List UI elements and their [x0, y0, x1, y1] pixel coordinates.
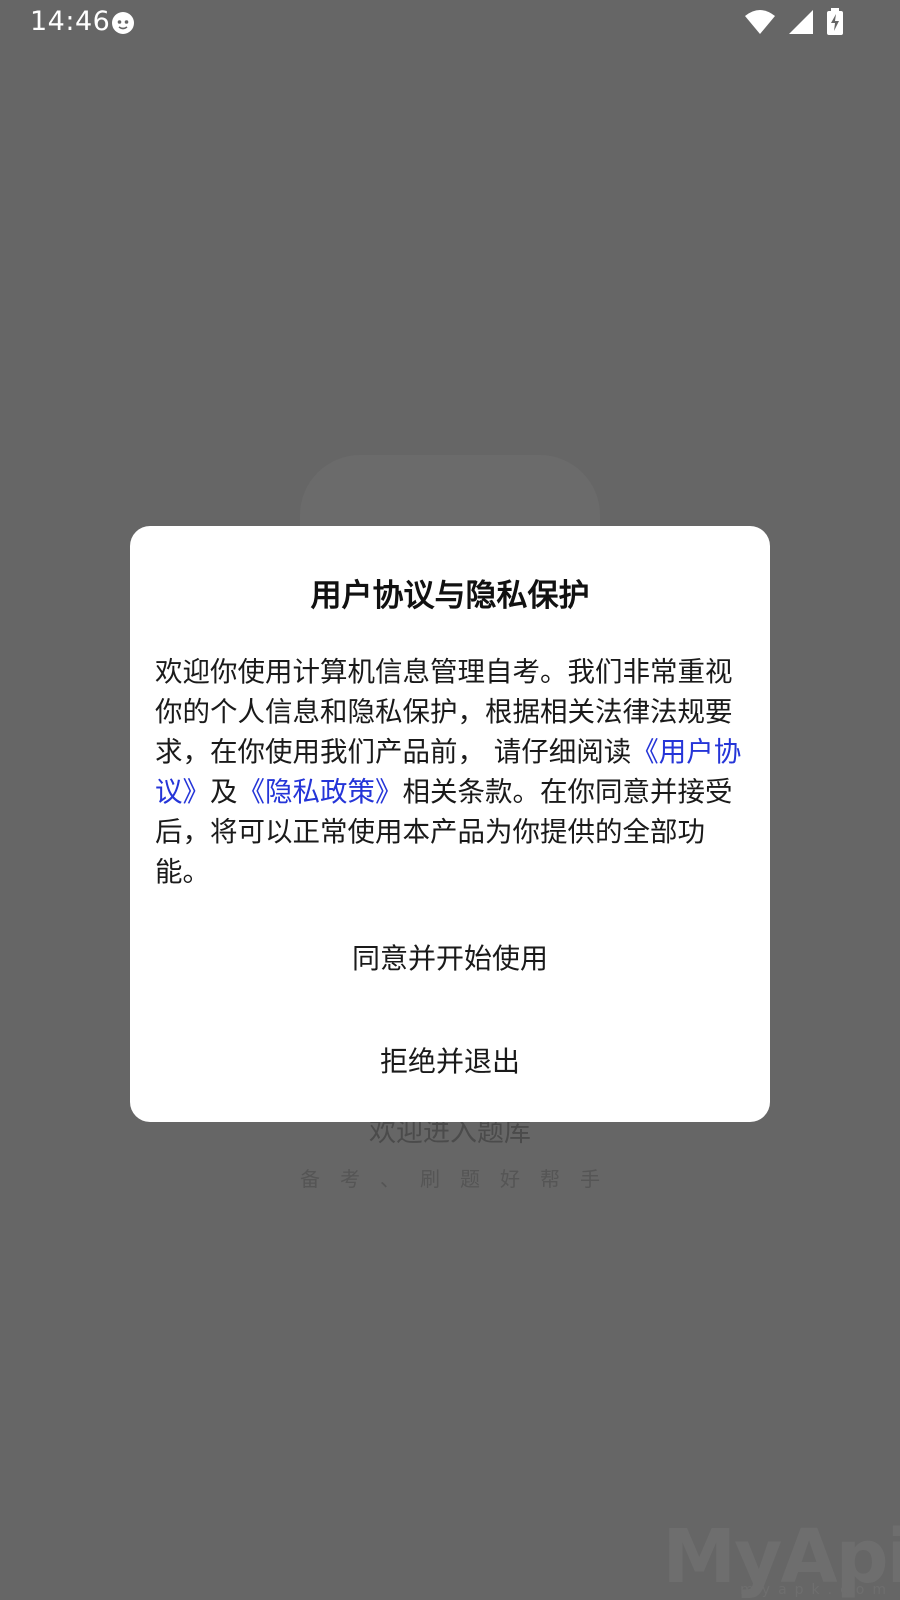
watermark-url: myapk.com: [740, 1582, 894, 1598]
status-bar: 14:46: [0, 0, 900, 46]
watermark: MyApi myapk.com: [663, 1510, 900, 1600]
reject-button[interactable]: 拒绝并退出: [130, 1037, 770, 1087]
wifi-icon: [744, 9, 776, 39]
cat-notification-icon: [110, 10, 136, 40]
status-time: 14:46: [30, 6, 111, 37]
agree-button[interactable]: 同意并开始使用: [130, 934, 770, 984]
battery-charging-icon: [826, 8, 844, 40]
privacy-dialog: 用户协议与隐私保护 欢迎你使用计算机信息管理自考。我们非常重视你的个人信息和隐私…: [130, 526, 770, 1122]
body-text-and: 及: [210, 776, 238, 808]
privacy-policy-link[interactable]: 《隐私政策》: [238, 776, 403, 808]
status-icons: [744, 8, 844, 40]
welcome-subtitle: 备考、刷题好帮手: [300, 1167, 620, 1191]
dialog-title: 用户协议与隐私保护: [310, 578, 590, 614]
cell-signal-icon: [788, 9, 814, 39]
dialog-body: 欢迎你使用计算机信息管理自考。我们非常重视你的个人信息和隐私保护，根据相关法律法…: [155, 652, 747, 892]
